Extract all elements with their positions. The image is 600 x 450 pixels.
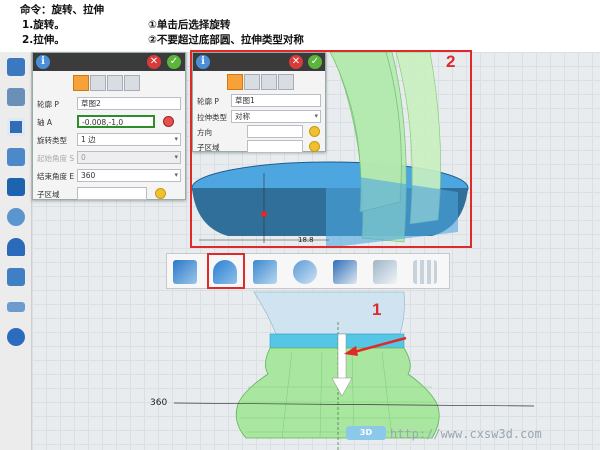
- close-icon[interactable]: ✕: [147, 55, 161, 69]
- callout-box-revolve: [207, 253, 245, 289]
- fillet-icon[interactable]: [373, 260, 397, 284]
- extrude-icon[interactable]: [173, 260, 197, 284]
- shell-icon[interactable]: [333, 260, 357, 284]
- note2-text: ②不要超过底部圆、拉伸类型对称: [148, 34, 304, 46]
- revolve-axis-field[interactable]: -0.008,-1,0: [77, 115, 155, 128]
- neck-top: [253, 291, 405, 335]
- revolve-panel: i ✕ ✓ 轮廓 P 草图2 轴 A -0.008,-1,0 旋转类型 1 边 …: [32, 52, 186, 200]
- rectangle-icon[interactable]: [7, 118, 25, 136]
- instruction-header: 命令：旋转、拉伸 1.旋转。 2.拉伸。 ①单击后选择旋转 ②不要超过底部圆、拉…: [0, 0, 600, 52]
- step2-text: 2.拉伸。: [22, 34, 65, 46]
- new-body-icon[interactable]: [124, 75, 140, 91]
- revolve-type-row: 旋转类型 1 边: [37, 133, 183, 147]
- revolve-profile-row: 轮廓 P 草图2: [37, 97, 183, 111]
- surface-icon[interactable]: [7, 268, 25, 286]
- revolve-subregion-row: 子区域: [37, 187, 183, 201]
- sphere-icon[interactable]: [7, 328, 25, 346]
- revolve-type-select[interactable]: 1 边: [77, 133, 181, 146]
- revolve-axis-label: 轴 A: [37, 118, 53, 127]
- subtract-mode-icon[interactable]: [90, 75, 106, 91]
- revolve-end-label: 结束角度 E: [37, 172, 75, 181]
- command-text: 命令：旋转、拉伸: [20, 4, 104, 16]
- revolve-start-field[interactable]: 0: [77, 151, 181, 164]
- axis-pick-icon[interactable]: [163, 116, 174, 127]
- subregion-pick-icon[interactable]: [155, 188, 166, 199]
- revolve-type-label: 旋转类型: [37, 136, 67, 145]
- revolve-end-row: 结束角度 E 360: [37, 169, 183, 183]
- intersect-mode-icon[interactable]: [107, 75, 123, 91]
- info-icon[interactable]: i: [36, 55, 50, 69]
- pencil-icon[interactable]: [7, 88, 25, 106]
- left-toolbar: [0, 52, 32, 450]
- sketch-icon[interactable]: [7, 58, 25, 76]
- stamp-icon[interactable]: [7, 148, 25, 166]
- revolve-panel-titlebar: i ✕ ✓: [33, 53, 185, 71]
- revolve-profile-label: 轮廓 P: [37, 100, 59, 109]
- revolve-end-field[interactable]: 360: [77, 169, 181, 182]
- revolve-start-row: 起始角度 S 0: [37, 151, 183, 165]
- revolve-axis-row: 轴 A -0.008,-1,0: [37, 115, 183, 129]
- watermark-logo: 3D: [346, 426, 386, 440]
- neck-band: [269, 333, 405, 349]
- revolve-profile-field[interactable]: 草图2: [77, 97, 181, 110]
- revolve-start-label: 起始角度 S: [37, 154, 75, 163]
- cube-icon[interactable]: [7, 178, 25, 196]
- dimension-label: 360: [150, 398, 168, 408]
- revolve-mode-tabs: [73, 75, 140, 91]
- revolve-subregion-field[interactable]: [77, 187, 147, 200]
- sweep-icon[interactable]: [253, 260, 277, 284]
- callout-number-2: 2: [446, 52, 456, 71]
- revolve-subregion-label: 子区域: [37, 190, 60, 199]
- confirm-icon[interactable]: ✓: [167, 55, 181, 69]
- loft-icon[interactable]: [293, 260, 317, 284]
- callout-number-1: 1: [372, 300, 382, 319]
- pattern-icon[interactable]: [413, 260, 437, 284]
- ruler-icon[interactable]: [7, 302, 25, 312]
- magnet-icon[interactable]: [7, 238, 25, 256]
- note1-text: ①单击后选择旋转: [148, 19, 231, 31]
- step1-text: 1.旋转。: [22, 19, 65, 31]
- add-mode-icon[interactable]: [73, 75, 89, 91]
- callout-box-2: [190, 50, 472, 248]
- watermark-url: http://www.cxsw3d.com: [390, 427, 542, 441]
- move-icon[interactable]: [7, 208, 25, 226]
